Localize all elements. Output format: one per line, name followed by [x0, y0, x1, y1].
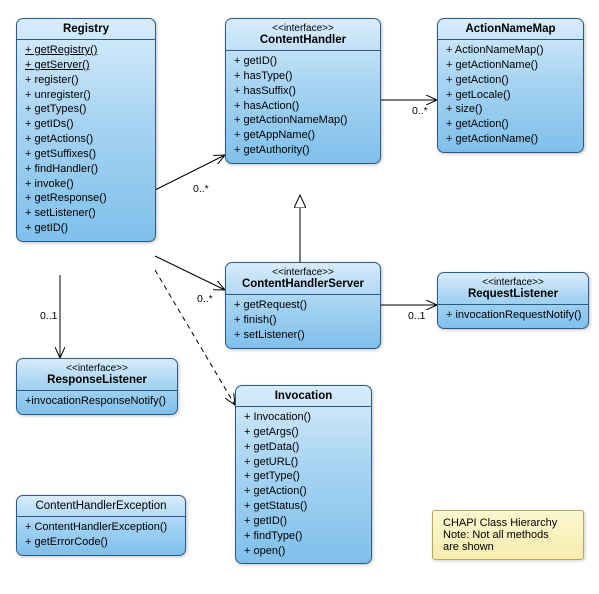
class-title: ActionNameMap [438, 19, 583, 40]
class-body: + getRequest() + finish() + setListener(… [226, 295, 380, 348]
method: + getActions() [25, 132, 147, 147]
class-registry: Registry + getRegistry() + getServer() +… [16, 18, 156, 242]
mult-registry-contenthandler: 0..* [193, 183, 209, 195]
method: + unregister() [25, 88, 147, 103]
method: + getAppName() [234, 128, 372, 143]
method: + Invocation() [244, 410, 363, 425]
method: + size() [446, 102, 575, 117]
method: + getRequest() [234, 298, 372, 313]
class-name: ResponseListener [47, 374, 147, 386]
class-contenthandlerexception: ContentHandlerException + ContentHandler… [16, 495, 186, 556]
method: + findHandler() [25, 162, 147, 177]
method: + setListener() [234, 328, 372, 343]
method: + setListener() [25, 206, 147, 221]
method: + register() [25, 73, 147, 88]
method: + getAction() [244, 484, 363, 499]
class-title: <<interface>> RequestListener [438, 273, 588, 305]
method: + getAction() [446, 117, 575, 132]
method: + ContentHandlerException() [25, 520, 177, 535]
note-line: are shown [443, 541, 573, 553]
class-title: <<interface>> ResponseListener [17, 359, 177, 391]
method: + invoke() [25, 177, 147, 192]
class-body: + getID() + hasType() + hasSuffix() + ha… [226, 51, 380, 163]
class-actionnamemap: ActionNameMap + ActionNameMap() + getAct… [437, 18, 584, 153]
class-body: + getRegistry() + getServer() + register… [17, 40, 155, 241]
method: + getActionName() [446, 132, 575, 147]
class-name: ContentHandlerException [35, 500, 166, 512]
method: + getLocale() [446, 88, 575, 103]
class-title: ContentHandlerException [17, 496, 185, 517]
method: + getType() [244, 469, 363, 484]
stereotype: <<interface>> [446, 277, 580, 288]
class-name: RequestListener [468, 288, 558, 300]
method: + getArgs() [244, 425, 363, 440]
method: + getID() [244, 514, 363, 529]
method: + getURL() [244, 455, 363, 470]
method: + getErrorCode() [25, 535, 177, 550]
method: + getAction() [446, 73, 575, 88]
method: + getSuffixes() [25, 147, 147, 162]
method: + getIDs() [25, 117, 147, 132]
mult-registry-chserver: 0..* [197, 293, 213, 305]
method: + ActionNameMap() [446, 43, 575, 58]
mult-ch-anm: 0..* [412, 105, 428, 117]
method: + getActionName() [446, 58, 575, 73]
method: + finish() [234, 313, 372, 328]
class-body: + ContentHandlerException() + getErrorCo… [17, 517, 185, 555]
class-body: + ActionNameMap() + getActionName() + ge… [438, 40, 583, 152]
mult-registry-resplistener: 0..1 [40, 310, 58, 322]
note: CHAPI Class Hierarchy Note: Not all meth… [432, 510, 584, 560]
method: + getResponse() [25, 191, 147, 206]
class-responselistener: <<interface>> ResponseListener +invocati… [16, 358, 178, 415]
method: + findType() [244, 529, 363, 544]
method: + getActionNameMap() [234, 113, 372, 128]
class-requestlistener: <<interface>> RequestListener + invocati… [437, 272, 589, 329]
method: + open() [244, 544, 363, 559]
class-title: <<interface>> ContentHandler [226, 19, 380, 51]
class-title: <<interface>> ContentHandlerServer [226, 263, 380, 295]
class-contenthandlerserver: <<interface>> ContentHandlerServer + get… [225, 262, 381, 349]
method: +invocationResponseNotify() [25, 394, 169, 409]
method: + getAuthority() [234, 143, 372, 158]
method: + getServer() [25, 58, 147, 73]
method: + hasAction() [234, 99, 372, 114]
method: + getRegistry() [25, 43, 147, 58]
class-name: Registry [63, 23, 109, 35]
stereotype: <<interface>> [234, 23, 372, 34]
class-name: Invocation [275, 390, 333, 402]
class-body: + Invocation() + getArgs() + getData() +… [236, 407, 371, 563]
method: + getStatus() [244, 499, 363, 514]
method: + hasType() [234, 69, 372, 84]
method: + getData() [244, 440, 363, 455]
note-line: Note: Not all methods [443, 529, 573, 541]
method: + getTypes() [25, 102, 147, 117]
class-body: + invocationRequestNotify() [438, 305, 588, 328]
note-line: CHAPI Class Hierarchy [443, 517, 573, 529]
class-title: Invocation [236, 386, 371, 407]
mult-chs-reqlistener: 0..1 [408, 310, 426, 322]
stereotype: <<interface>> [25, 363, 169, 374]
class-body: +invocationResponseNotify() [17, 391, 177, 414]
method: + getID() [25, 221, 147, 236]
method: + hasSuffix() [234, 84, 372, 99]
method: + invocationRequestNotify() [446, 308, 580, 323]
stereotype: <<interface>> [234, 267, 372, 278]
class-invocation: Invocation + Invocation() + getArgs() + … [235, 385, 372, 564]
class-name: ContentHandler [260, 34, 346, 46]
class-contenthandler: <<interface>> ContentHandler + getID() +… [225, 18, 381, 164]
class-name: ContentHandlerServer [242, 278, 364, 290]
class-title: Registry [17, 19, 155, 40]
class-name: ActionNameMap [465, 23, 555, 35]
method: + getID() [234, 54, 372, 69]
